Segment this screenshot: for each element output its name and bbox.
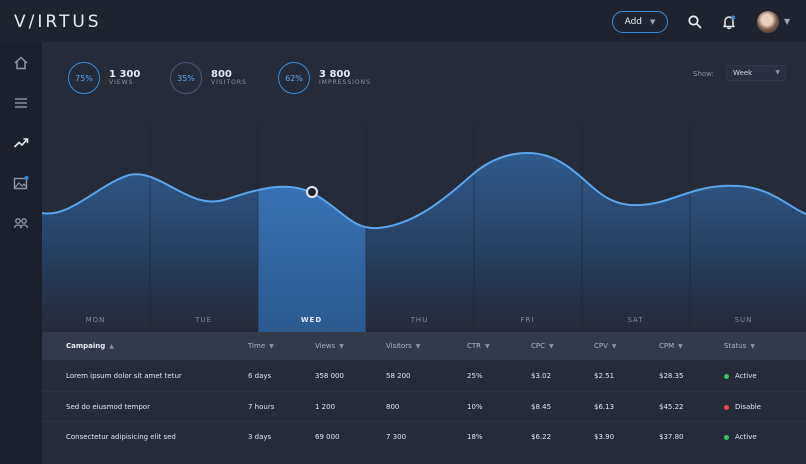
stat-label: VIEWS [109,79,134,87]
column-header-cpv[interactable]: CPV ▼ [594,342,617,350]
column-header-cpc[interactable]: CPC ▼ [531,342,554,350]
add-button-label: Add [624,17,643,27]
day-label[interactable]: SUN [690,316,797,324]
column-header-visitors[interactable]: Visitors ▼ [386,342,420,350]
period-select[interactable]: Week ▼ [726,65,786,81]
status-text: Active [735,372,757,380]
stat-ring: 35% [170,62,202,94]
stat-label: IMPRESSIONS [319,79,371,87]
day-label[interactable]: TUE [150,316,257,324]
stat-impressions: 62% 3 800 IMPRESSIONS [278,62,371,94]
table-row[interactable]: Consectetur adipisicing elit sed 3 days … [42,421,806,451]
day-label[interactable]: THU [366,316,473,324]
trending-icon[interactable] [13,135,29,151]
active-day-highlight [258,152,366,332]
column-header-views[interactable]: Views ▼ [315,342,344,350]
column-header-cpm[interactable]: CPM ▼ [659,342,683,350]
chevron-down-icon: ▼ [775,69,780,76]
cell-cpc: $6.22 [531,433,552,441]
cell-cpv: $2.51 [594,372,615,380]
main-panel: 75% 1 300 VIEWS 35% 800 VISITORS 62% 3 8… [42,42,806,464]
cell-cpc: $8.45 [531,403,552,411]
stat-ring: 62% [278,62,310,94]
cell-views: 1 200 [315,403,336,411]
cell-ctr: 25% [467,372,483,380]
day-label[interactable]: SAT [582,316,689,324]
cell-visitors: 7 300 [386,433,407,441]
cell-campaign: Consectetur adipisicing elit sed [66,433,176,441]
cell-status: Active [724,372,757,380]
table-row[interactable]: Lorem ipsum dolor sit amet tetur 6 days … [42,361,806,391]
cell-cpm: $45.22 [659,403,684,411]
column-header-ctr[interactable]: CTR ▼ [467,342,490,350]
search-icon[interactable] [687,14,703,30]
column-header-campaign[interactable]: Campaing ▲ [66,342,114,350]
cell-time: 6 days [248,372,272,380]
cell-cpm: $28.35 [659,372,684,380]
cell-visitors: 58 200 [386,372,411,380]
day-label-active[interactable]: WED [258,316,365,324]
cell-campaign: Sed do eiusmod tempor [66,403,150,411]
list-icon[interactable] [13,95,29,111]
table-row[interactable]: Sed do eiusmod tempor 7 hours 1 200 800 … [42,391,806,421]
cell-status: Disable [724,403,761,411]
period-select-value: Week [733,69,753,77]
users-icon[interactable] [13,215,29,231]
stat-label: VISITORS [211,79,247,87]
home-icon[interactable] [13,55,29,71]
cell-visitors: 800 [386,403,400,411]
bell-icon[interactable] [721,14,737,30]
active-point-marker[interactable] [306,186,318,198]
user-avatar[interactable] [757,11,779,33]
cell-time: 7 hours [248,403,275,411]
cell-views: 358 000 [315,372,344,380]
image-icon[interactable] [13,175,29,191]
day-label[interactable]: FRI [474,316,581,324]
cell-cpm: $37.80 [659,433,684,441]
show-label: Show: [693,70,714,78]
avatar-chevron-icon[interactable]: ▼ [784,17,790,26]
traffic-wave-chart [42,124,806,332]
status-dot [724,404,729,410]
column-header-status[interactable]: Status ▼ [724,342,755,350]
stat-ring: 75% [68,62,100,94]
column-header-time[interactable]: Time ▼ [248,342,274,350]
cell-time: 3 days [248,433,272,441]
day-label[interactable]: MON [42,316,149,324]
status-text: Active [735,433,757,441]
top-bar: V/IRTUS Add ▼ ▼ [0,0,806,42]
cell-ctr: 18% [467,433,483,441]
stat-visitors: 35% 800 VISITORS [170,62,247,94]
cell-cpc: $3.02 [531,372,552,380]
table-header: Campaing ▲ Time ▼ Views ▼ Visitors ▼ CTR ▼ CP… [42,332,806,360]
cell-cpv: $3.90 [594,433,615,441]
stat-views: 75% 1 300 VIEWS [68,62,140,94]
cell-views: 69 000 [315,433,340,441]
app-logo[interactable]: V/IRTUS [14,12,102,32]
add-button[interactable]: Add ▼ [612,11,668,33]
cell-ctr: 10% [467,403,483,411]
sidebar [0,42,42,464]
status-dot [724,434,729,440]
chevron-down-icon: ▼ [650,18,656,26]
cell-campaign: Lorem ipsum dolor sit amet tetur [66,372,182,380]
cell-cpv: $6.13 [594,403,615,411]
cell-status: Active [724,433,757,441]
status-text: Disable [735,403,761,411]
status-dot [724,373,729,379]
